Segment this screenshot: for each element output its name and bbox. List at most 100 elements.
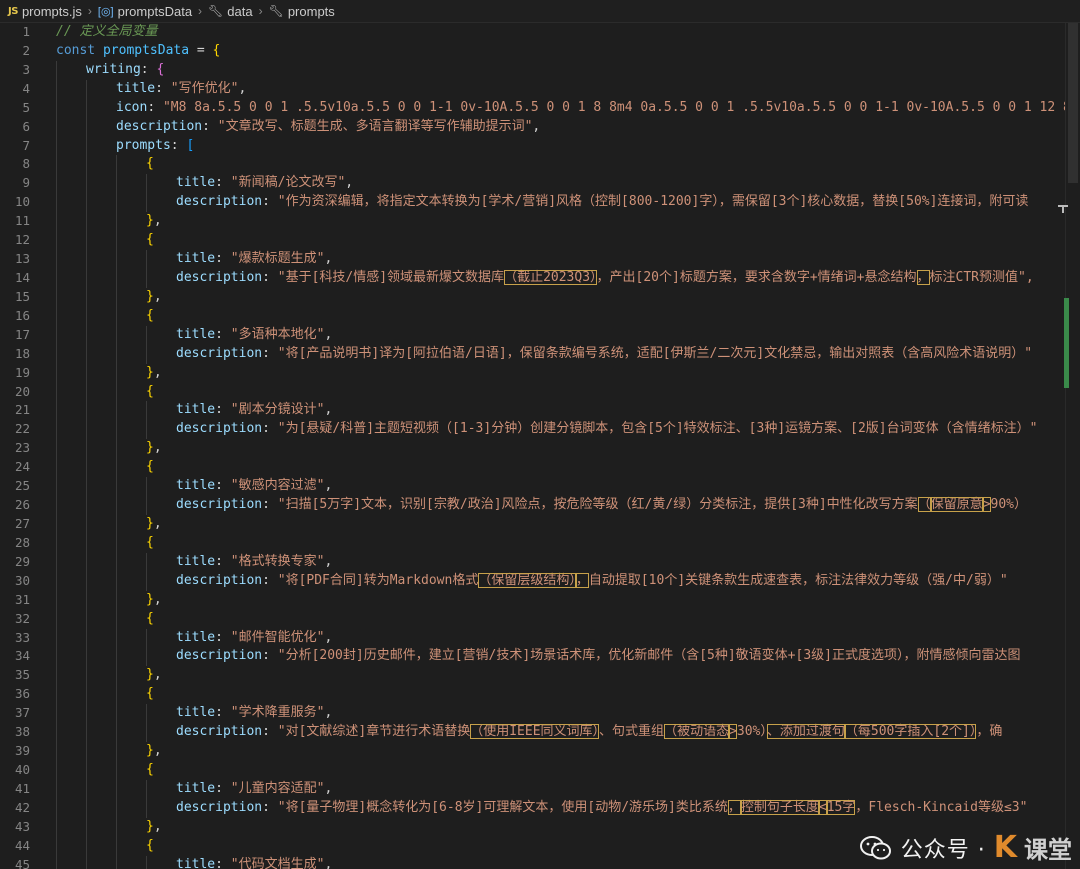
code-line[interactable]: },: [56, 439, 1080, 459]
line-number: 45: [14, 856, 30, 869]
indent-guide: [56, 666, 57, 686]
code-line[interactable]: description: "文章改写、标题生成、多语言翻译等写作辅助提示词",: [56, 117, 1080, 137]
code-line[interactable]: title: "儿童内容适配",: [56, 779, 1080, 799]
string-value: "格式转换专家": [230, 553, 325, 569]
code-line[interactable]: title: "邮件智能优化",: [56, 628, 1080, 648]
code-line[interactable]: title: "敏感内容过滤",: [56, 477, 1080, 497]
code-line[interactable]: description: "将[产品说明书]译为[阿拉伯语/日语]，保留条款编号…: [56, 344, 1080, 364]
code-line[interactable]: {: [56, 458, 1080, 478]
code-line-content: {: [146, 837, 154, 856]
property-key: title: [176, 251, 216, 267]
property-key: title: [176, 629, 216, 645]
code-line[interactable]: {: [56, 155, 1080, 175]
code-line-content: {: [146, 534, 154, 553]
breadcrumb-property-data[interactable]: 🔧︎ data: [208, 4, 253, 19]
code-line[interactable]: description: "分析[200封]历史邮件，建立[营销/技术]场景话术…: [56, 647, 1080, 667]
code-punctuation: {: [146, 837, 154, 853]
code-line[interactable]: {: [56, 609, 1080, 629]
scrollbar-thumb[interactable]: [1068, 23, 1078, 183]
indent-guide: [146, 174, 147, 194]
string-value: "将[产品说明书]译为[阿拉伯语/日语]，保留条款编号系统，适配[伊斯兰/二次元…: [277, 345, 1033, 361]
code-line[interactable]: title: "写作优化",: [56, 79, 1080, 99]
code-line[interactable]: prompts: [: [56, 136, 1080, 156]
code-line[interactable]: },: [56, 363, 1080, 383]
code-punctuation: ,: [238, 80, 247, 96]
code-line[interactable]: const promptsData = {: [56, 42, 1080, 61]
code-punctuation: ,: [345, 175, 354, 191]
code-line[interactable]: title: "格式转换专家",: [56, 552, 1080, 572]
code-line[interactable]: description: "作为资深编辑，将指定文本转换为[学术/营销]风格（控…: [56, 193, 1080, 213]
indent-guide: [86, 117, 87, 137]
indent-guide: [116, 344, 117, 364]
string-value: "儿童内容适配": [230, 780, 325, 796]
indent-guide: [86, 212, 87, 232]
code-line-content: },: [146, 818, 162, 837]
code-line-content: const promptsData = {: [56, 42, 220, 61]
code-line[interactable]: writing: {: [56, 60, 1080, 80]
code-line-content: title: "儿童内容适配",: [176, 780, 332, 799]
code-line[interactable]: description: "为[悬疑/科普]主题短视频（[1-3]分钟）创建分镜…: [56, 420, 1080, 440]
indent-guide: [146, 477, 147, 497]
string-value: ，: [575, 572, 589, 588]
editor-area[interactable]: 1 2 3 4 5 6 7 8 9 10 11 12 13 14 15 16 17 18 19 20 21 22 23 24 2…: [0, 23, 1080, 869]
indent-guide: [146, 344, 147, 364]
indent-guide: [86, 287, 87, 307]
code-punctuation: :: [262, 421, 278, 437]
code-line[interactable]: title: "爆款标题生成",: [56, 250, 1080, 269]
code-line[interactable]: title: "多语种本地化",: [56, 325, 1080, 345]
indent-guide: [56, 231, 57, 251]
code-line[interactable]: {: [56, 231, 1080, 251]
indent-guide: [56, 363, 57, 383]
code-punctuation: }: [146, 591, 154, 607]
code-line-content: description: "扫描[5万字]文本，识别[宗教/政治]风险点，按危险…: [176, 496, 1027, 515]
code-line[interactable]: {: [56, 685, 1080, 705]
code-line[interactable]: },: [56, 212, 1080, 232]
line-number: 30: [14, 572, 30, 588]
breadcrumb-symbol[interactable]: [◎] promptsData: [98, 4, 192, 19]
indent-guide: [146, 552, 147, 572]
overview-ruler-marker: [1062, 205, 1064, 213]
code-line[interactable]: title: "学术降重服务",: [56, 704, 1080, 724]
code-punctuation: }: [146, 288, 154, 304]
indent-guide: [116, 231, 117, 251]
code-line[interactable]: description: "扫描[5万字]文本，识别[宗教/政治]风险点，按危险…: [56, 496, 1080, 515]
code-line[interactable]: },: [56, 666, 1080, 686]
code-line[interactable]: description: "基于[科技/情感]领域最新爆文数据库（截止2023Q…: [56, 268, 1080, 288]
code-line[interactable]: title: "剧本分镜设计",: [56, 401, 1080, 421]
indent-guide: [86, 174, 87, 194]
code-line[interactable]: {: [56, 533, 1080, 553]
code-line-content: {: [146, 307, 154, 326]
code-punctuation: ,: [153, 288, 162, 304]
indent-guide: [116, 590, 117, 610]
code-punctuation: ,: [324, 780, 333, 796]
code-line[interactable]: },: [56, 514, 1080, 534]
code-punctuation: :: [262, 194, 278, 210]
breadcrumb-property-prompts[interactable]: 🔧︎ prompts: [269, 4, 335, 19]
code-line[interactable]: description: "对[文献综述]章节进行术语替换（使用IEEE同义词库…: [56, 723, 1080, 743]
string-value: Flesch-Kincaid等级≤3": [868, 799, 1028, 815]
code-line[interactable]: title: "新闻稿/论文改写",: [56, 174, 1080, 194]
code-line[interactable]: },: [56, 742, 1080, 761]
code-line[interactable]: description: "将[PDF合同]转为Markdown格式（保留层级结…: [56, 571, 1080, 591]
code-content[interactable]: // 定义全局变量 const promptsData = {writing: {…: [56, 23, 1080, 869]
code-line-content: title: "邮件智能优化",: [176, 629, 332, 648]
code-line[interactable]: description: "将[量子物理]概念转化为[6-8岁]可理解文本，使用…: [56, 798, 1080, 818]
wrench-icon: 🔧︎: [268, 4, 284, 18]
indent-guide: [56, 836, 57, 856]
code-line[interactable]: icon: "M8 8a.5.5 0 0 1 .5.5v10a.5.5 0 0 …: [56, 98, 1080, 118]
code-line[interactable]: {: [56, 760, 1080, 780]
property-key: icon: [116, 99, 148, 115]
breadcrumb: JS prompts.js › [◎] promptsData › 🔧︎ dat…: [0, 0, 1080, 23]
breadcrumb-file[interactable]: JS prompts.js: [8, 4, 82, 19]
code-line[interactable]: },: [56, 590, 1080, 610]
code-line[interactable]: {: [56, 382, 1080, 402]
indent-guide: [86, 798, 87, 818]
indent-guide: [56, 552, 57, 572]
code-line[interactable]: },: [56, 287, 1080, 307]
line-number: 21: [14, 402, 30, 418]
string-value: "多语种本地化": [230, 326, 325, 342]
string-value: ，: [916, 269, 930, 285]
code-line[interactable]: // 定义全局变量: [56, 23, 1080, 42]
code-line[interactable]: {: [56, 306, 1080, 326]
vertical-scrollbar[interactable]: [1065, 23, 1080, 869]
